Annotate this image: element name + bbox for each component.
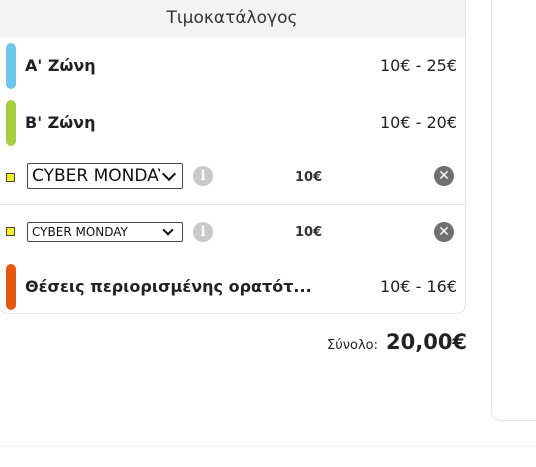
zone-name: Θέσεις περιορισμένης ορατότ... [25, 277, 312, 296]
total-value: 20,00€ [386, 330, 468, 354]
offer-row-2: CYBER MONDAY i 10€ ✕ [0, 205, 465, 259]
zone-price: 10€ - 20€ [379, 113, 457, 132]
zone-color-bar [6, 100, 16, 146]
close-circle-icon[interactable]: ✕ [434, 222, 454, 242]
offer-select[interactable]: CYBER MONDAY [27, 163, 183, 189]
zone-color-bar [6, 43, 16, 89]
offer-select[interactable]: CYBER MONDAY [27, 222, 183, 242]
offer-color-swatch [6, 227, 15, 236]
zone-row-restricted[interactable]: Θέσεις περιορισμένης ορατότ... 10€ - 16€ [0, 259, 465, 313]
checkout-page: Τιμοκατάλογος Α' Ζώνη 10€ - 25€ Β' Ζώνη … [0, 0, 536, 467]
close-circle-icon[interactable]: ✕ [434, 166, 454, 186]
price-list-title: Τιμοκατάλογος [166, 8, 298, 28]
offer-color-swatch [6, 173, 15, 182]
page-divider [0, 446, 536, 447]
price-list-header: Τιμοκατάλογος [0, 0, 465, 38]
zone-price: 10€ - 16€ [379, 277, 457, 296]
total-label: Σύνολο: [327, 338, 378, 353]
offer-price: 10€ [295, 225, 323, 240]
offer-price: 10€ [295, 170, 323, 185]
side-panel [491, 0, 536, 421]
zone-name: Β' Ζώνη [25, 113, 96, 132]
zone-color-bar [6, 264, 16, 310]
zone-row-a[interactable]: Α' Ζώνη 10€ - 25€ [0, 38, 465, 94]
zone-price: 10€ - 25€ [379, 56, 457, 75]
zone-row-b[interactable]: Β' Ζώνη 10€ - 20€ [0, 95, 465, 151]
price-list-panel: Τιμοκατάλογος Α' Ζώνη 10€ - 25€ Β' Ζώνη … [0, 0, 466, 314]
offer-row-1: CYBER MONDAY i 10€ ✕ [0, 151, 465, 205]
info-icon[interactable]: i [193, 222, 213, 242]
zone-name: Α' Ζώνη [25, 56, 96, 75]
info-icon[interactable]: i [193, 166, 213, 186]
